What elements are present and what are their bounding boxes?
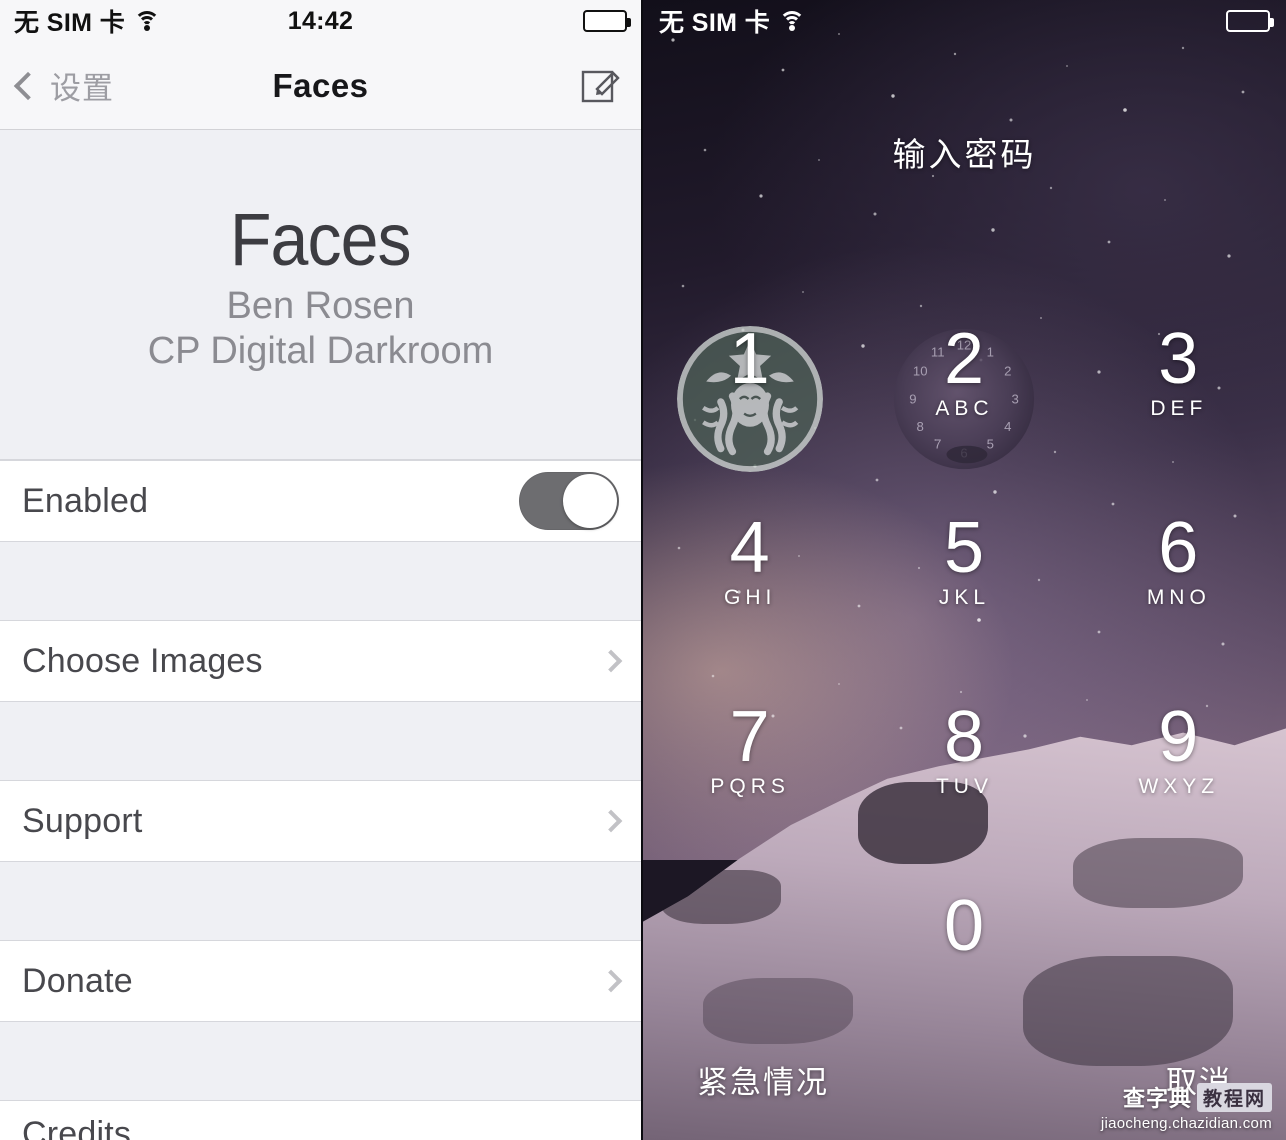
watermark: 查字典 教程网 jiaocheng.chazidian.com <box>1101 1081 1272 1132</box>
app-author: Ben Rosen <box>226 284 415 327</box>
key-3-letters: DEF <box>1150 396 1208 420</box>
key-3[interactable]: 3 DEF <box>1099 318 1259 463</box>
key-8[interactable]: 8 TUV <box>884 696 1044 841</box>
status-bar-dark: 无 SIM 卡 <box>643 0 1286 42</box>
row-enabled-label: Enabled <box>22 481 149 520</box>
key-1[interactable]: 1 <box>670 318 830 472</box>
status-bar-right <box>1226 10 1274 32</box>
key-8-digit: 8 <box>943 697 985 777</box>
key-9-letters: WXYZ <box>1138 774 1220 798</box>
svg-text:1: 1 <box>987 345 994 360</box>
row-enabled[interactable]: Enabled <box>0 460 641 542</box>
app-header: Faces Ben Rosen CP Digital Darkroom <box>0 130 641 460</box>
svg-text:7: 7 <box>935 437 942 452</box>
row-choose-images-label: Choose Images <box>22 641 263 680</box>
passcode-keypad[interactable]: 1 12 1 2 3 4 5 7 8 9 10 11 2 ABC 3 DEF 4… <box>643 318 1286 1030</box>
emergency-call-button[interactable]: 紧急情况 <box>697 1057 829 1102</box>
row-choose-images[interactable]: Choose Images <box>0 620 641 702</box>
app-title: Faces <box>230 197 412 281</box>
battery-icon <box>583 10 631 32</box>
settings-list[interactable]: Faces Ben Rosen CP Digital Darkroom Enab… <box>0 130 641 1140</box>
key-5[interactable]: 5 JKL <box>884 507 1044 652</box>
svg-text:2: 2 <box>1005 364 1012 379</box>
svg-text:4: 4 <box>1005 419 1012 434</box>
status-bar-right <box>583 10 631 32</box>
key-6-digit: 6 <box>1158 508 1200 588</box>
wifi-icon <box>779 11 806 31</box>
key-2-digit: 2 <box>943 319 985 399</box>
watermark-row: 查字典 教程网 <box>1123 1081 1272 1113</box>
key-2[interactable]: 1212 345 678 91011 2 ABC <box>884 318 1044 470</box>
status-bar-light: 无 SIM 卡 14:42 <box>0 0 641 42</box>
section-gap-3 <box>0 862 641 940</box>
section-gap-2 <box>0 702 641 780</box>
compose-icon <box>579 70 623 109</box>
key-0[interactable]: 0 <box>884 885 1044 1030</box>
chevron-right-icon <box>599 969 623 993</box>
enabled-toggle[interactable] <box>519 472 619 530</box>
chevron-right-icon <box>599 649 623 673</box>
battery-icon <box>1226 10 1274 32</box>
svg-text:8: 8 <box>917 419 924 434</box>
key-3-digit: 3 <box>1158 319 1200 399</box>
watermark-url: jiaocheng.chazidian.com <box>1100 1115 1272 1132</box>
row-donate-label: Donate <box>22 961 133 1000</box>
key-2-letters: ABC <box>935 396 994 420</box>
key-9[interactable]: 9 WXYZ <box>1099 696 1259 841</box>
row-support[interactable]: Support <box>0 780 641 862</box>
key-6-letters: MNO <box>1146 585 1211 609</box>
svg-text:10: 10 <box>913 364 928 379</box>
key-4-letters: GHI <box>723 585 777 609</box>
status-bar-left: 无 SIM 卡 <box>659 3 806 39</box>
clock-label: 14:42 <box>287 6 354 35</box>
key-5-digit: 5 <box>943 508 985 588</box>
carrier-label: 无 SIM 卡 <box>659 9 771 37</box>
passcode-prompt: 输入密码 <box>892 136 1037 173</box>
chevron-right-icon <box>599 809 623 833</box>
key-7-digit: 7 <box>729 697 771 777</box>
section-gap-4 <box>0 1022 641 1100</box>
key-9-digit: 9 <box>1158 697 1200 777</box>
page-title: Faces <box>272 66 369 104</box>
key-5-letters: JKL <box>938 585 991 609</box>
key-8-letters: TUV <box>935 774 993 798</box>
svg-text:9: 9 <box>910 391 917 406</box>
row-support-label: Support <box>22 801 143 840</box>
navigation-bar: 设置 Faces <box>0 42 641 130</box>
key-7-letters: PQRS <box>710 774 790 798</box>
key-6[interactable]: 6 MNO <box>1099 507 1259 652</box>
row-credits[interactable]: Credits <box>0 1100 641 1140</box>
key-4[interactable]: 4 GHI <box>670 507 830 652</box>
key-0-digit: 0 <box>943 886 985 966</box>
settings-panel: 无 SIM 卡 14:42 设置 Faces Faces Ben Rosen C… <box>0 0 643 1140</box>
compose-button[interactable] <box>579 61 623 110</box>
dual-screenshot: 无 SIM 卡 14:42 设置 Faces Faces Ben Rosen C… <box>0 0 1286 1140</box>
lockscreen-panel: 无 SIM 卡 输入密码 1 12 1 2 3 4 5 7 8 9 10 11 … <box>643 0 1286 1140</box>
key-4-digit: 4 <box>729 508 771 588</box>
watermark-tag: 教程网 <box>1196 1082 1272 1112</box>
watermark-brand: 查字典 <box>1122 1086 1192 1111</box>
row-credits-label: Credits <box>22 1115 132 1140</box>
key-7[interactable]: 7 PQRS <box>670 696 830 841</box>
row-donate[interactable]: Donate <box>0 940 641 1022</box>
svg-text:5: 5 <box>987 437 994 452</box>
app-company: CP Digital Darkroom <box>147 330 494 373</box>
key-1-digit: 1 <box>729 319 771 399</box>
section-gap-1 <box>0 542 641 620</box>
toggle-knob <box>563 474 617 528</box>
svg-text:3: 3 <box>1012 391 1019 406</box>
